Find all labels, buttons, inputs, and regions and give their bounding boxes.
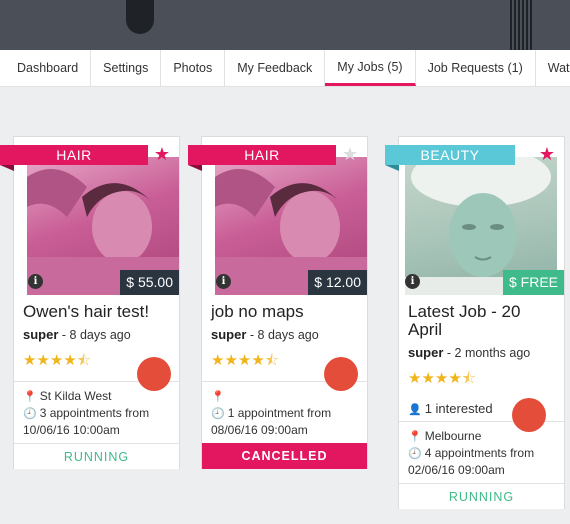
map-pin-icon: 📍 [23,391,37,403]
status-badge: CANCELLED [202,443,367,469]
job-title[interactable]: Latest Job - 20 April [399,303,535,339]
favorite-star-icon[interactable]: ★ [339,143,361,165]
header-banner [0,0,570,50]
info-icon[interactable]: i [28,274,43,289]
notification-dot[interactable] [137,357,171,391]
status-badge: RUNNING [399,483,564,509]
job-location-info: 📍 Melbourne 🕘 4 appointments from 02/06/16… [399,421,564,483]
tab-job-requests[interactable]: Job Requests (1) [416,50,536,86]
favorite-star-icon[interactable]: ★ [536,143,558,165]
job-card[interactable]: HAIR ★ i $ 12.00 job no maps super - 8 d… [188,136,368,469]
job-meta: super - 8 days ago [202,327,367,342]
ribbon-fold [188,165,202,171]
job-title[interactable]: Owen's hair test! [14,303,179,321]
ribbon-fold [0,165,14,171]
map-pin-icon: 📍 [211,391,225,403]
posted-time: - 2 months ago [443,346,531,360]
profile-tabs: Dashboard Settings Photos My Feedback My… [0,50,570,87]
posted-time: - 8 days ago [58,328,131,342]
info-icon[interactable]: i [216,274,231,289]
ribbon-fold [385,165,399,171]
poster-name[interactable]: super [408,345,443,360]
posted-time: - 8 days ago [246,328,319,342]
poster-name[interactable]: super [23,327,58,342]
clock-icon: 🕘 [211,408,225,420]
poster-name[interactable]: super [211,327,246,342]
category-ribbon: HAIR [0,145,148,165]
clock-icon: 🕘 [408,448,422,460]
appointments-text: 1 appointment from 08/06/16 09:00am [211,406,332,437]
price-tag: $ FREE [502,270,564,295]
job-meta: super - 2 months ago [399,345,564,360]
tab-watchlist[interactable]: Watchlist [536,50,570,86]
map-pin-icon: 📍 [408,431,422,443]
status-badge: RUNNING [14,443,179,469]
category-ribbon: HAIR [188,145,336,165]
job-card[interactable]: HAIR ★ i $ 55.00 Owen's hair test! super… [0,136,180,469]
clock-icon: 🕘 [23,408,37,420]
tab-my-jobs[interactable]: My Jobs (5) [325,50,416,86]
location-text: St Kilda West [39,389,112,403]
appointments-text: 3 appointments from 10/06/16 10:00am [23,406,150,437]
tab-my-feedback[interactable]: My Feedback [225,50,326,86]
notification-dot[interactable] [324,357,358,391]
favorite-star-icon[interactable]: ★ [151,143,173,165]
appointments-text: 4 appointments from 02/06/16 09:00am [408,446,535,477]
banner-decoration [510,0,532,50]
category-ribbon: BEAUTY [385,145,515,165]
price-tag: $ 12.00 [308,270,367,295]
job-title[interactable]: job no maps [202,303,367,321]
banner-decoration [126,0,154,34]
user-icon: 👤 [408,404,422,416]
job-card[interactable]: BEAUTY ★ i $ FREE Latest Job - 20 April … [385,136,565,509]
tab-photos[interactable]: Photos [161,50,226,86]
notification-dot[interactable] [512,398,546,432]
job-meta: super - 8 days ago [14,327,179,342]
rating-stars: ★★★★⯪ [408,370,477,387]
info-icon[interactable]: i [405,274,420,289]
tab-dashboard[interactable]: Dashboard [0,50,92,86]
location-text: Melbourne [424,429,482,443]
price-tag: $ 55.00 [120,270,179,295]
tab-settings[interactable]: Settings [91,50,162,86]
